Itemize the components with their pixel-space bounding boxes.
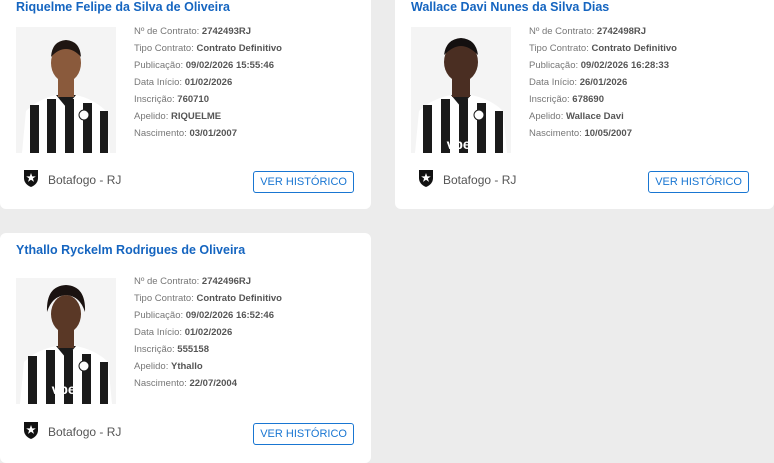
view-history-button[interactable]: VER HISTÓRICO [253, 171, 354, 193]
sponsor-logo: vbet [447, 136, 476, 152]
contract-details: Nº de Contrato: 2742498RJ Tipo Contrato:… [529, 26, 677, 139]
player-card: Riquelme Felipe da Silva de Oliveira Nº … [0, 0, 371, 209]
club: Botafogo - RJ [22, 420, 121, 443]
club-name: Botafogo - RJ [48, 424, 122, 439]
contract-details: Nº de Contrato: 2742493RJ Tipo Contrato:… [134, 26, 282, 139]
player-card: Wallace Davi Nunes da Silva Dias vbet Nº… [395, 0, 774, 209]
player-name[interactable]: Ythallo Ryckelm Rodrigues de Oliveira [16, 243, 245, 257]
view-history-button[interactable]: VER HISTÓRICO [253, 423, 354, 445]
botafogo-crest-icon [22, 420, 40, 443]
player-card: Ythallo Ryckelm Rodrigues de Oliveira vb… [0, 233, 371, 463]
player-name[interactable]: Wallace Davi Nunes da Silva Dias [411, 0, 609, 14]
player-photo [16, 27, 116, 153]
club-name: Botafogo - RJ [443, 172, 517, 187]
player-photo: vbet [16, 278, 116, 404]
player-name[interactable]: Riquelme Felipe da Silva de Oliveira [16, 0, 230, 14]
player-photo: vbet [411, 27, 511, 153]
contract-details: Nº de Contrato: 2742496RJ Tipo Contrato:… [134, 276, 282, 389]
botafogo-crest-icon [417, 168, 435, 191]
club: Botafogo - RJ [22, 168, 121, 191]
botafogo-crest-icon [22, 168, 40, 191]
club: Botafogo - RJ [417, 168, 516, 191]
view-history-button[interactable]: VER HISTÓRICO [648, 171, 749, 193]
sponsor-logo: vbet [52, 381, 81, 397]
club-name: Botafogo - RJ [48, 172, 122, 187]
